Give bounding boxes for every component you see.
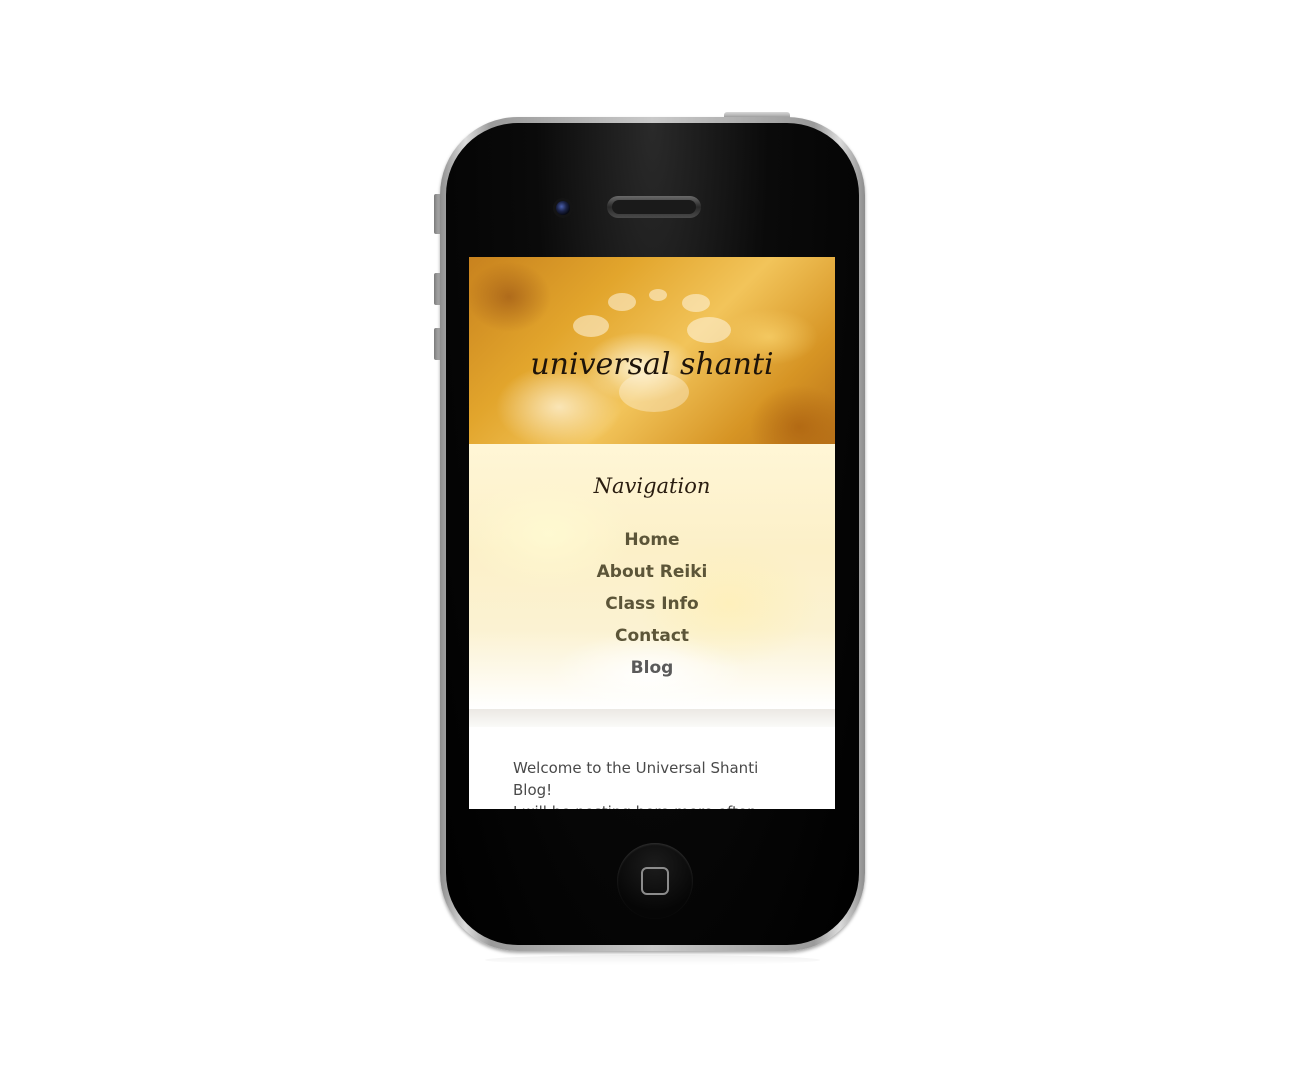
site-header: universal shanti bbox=[469, 257, 835, 444]
navigation-list: Home About Reiki Class Info Contact Blog bbox=[469, 524, 835, 684]
blog-content: Welcome to the Universal Shanti Blog! I … bbox=[469, 727, 835, 809]
phone-reflection bbox=[485, 955, 820, 965]
nav-link-home[interactable]: Home bbox=[469, 524, 835, 556]
header-decoration bbox=[608, 293, 636, 311]
front-camera-icon bbox=[556, 201, 570, 215]
phone-screen: universal shanti Navigation Home About R… bbox=[469, 257, 835, 809]
navigation-heading: Navigation bbox=[593, 474, 711, 498]
blog-next-line-text: I will be posting here more often bbox=[513, 801, 783, 809]
nav-link-contact[interactable]: Contact bbox=[469, 620, 835, 652]
blog-intro-text: Welcome to the Universal Shanti Blog! bbox=[513, 759, 759, 799]
nav-link-blog[interactable]: Blog bbox=[469, 652, 835, 684]
header-decoration bbox=[649, 289, 667, 301]
home-square-icon bbox=[641, 867, 669, 895]
header-decoration bbox=[682, 294, 710, 312]
header-decoration bbox=[573, 315, 609, 337]
home-button[interactable] bbox=[617, 843, 693, 919]
navigation-panel: Navigation Home About Reiki Class Info C… bbox=[469, 444, 835, 709]
section-divider bbox=[469, 709, 835, 727]
header-decoration bbox=[687, 317, 731, 343]
nav-link-class-info[interactable]: Class Info bbox=[469, 588, 835, 620]
earpiece-speaker bbox=[607, 196, 701, 218]
nav-link-about-reiki[interactable]: About Reiki bbox=[469, 556, 835, 588]
site-title[interactable]: universal shanti bbox=[469, 347, 835, 382]
